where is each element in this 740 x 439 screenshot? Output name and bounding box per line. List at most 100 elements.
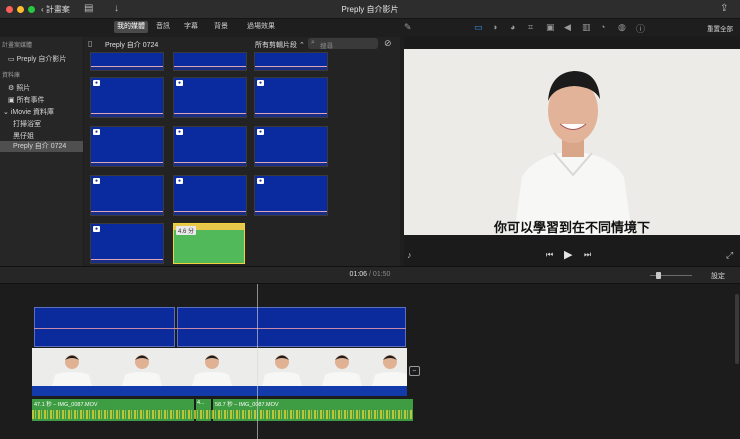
clip-thumbnail[interactable]: ● [90,77,164,118]
presenter-image [404,49,740,235]
video-audio-strip [32,386,407,396]
audio-clip-label: 47.1 秒 – IMG_0087.MOV [34,402,98,408]
tab-backgrounds[interactable]: 背景 [210,21,232,33]
sidebar-event-item-selected[interactable]: Preply 自介 0724 [0,141,83,152]
clip-thumbnail[interactable]: ● [173,126,247,167]
title-bar: ‹ 計畫案 ▤ ↓ Preply 自介影片 ⇪ [0,0,740,19]
sidebar-section-library: 資料庫 [2,73,21,79]
clip-thumbnail[interactable]: ● [254,175,328,216]
tab-audio[interactable]: 音訊 [152,21,174,33]
timeline-header: 01:06 / 01:50 設定 [0,266,740,284]
speed-icon[interactable]: ◔ [600,22,605,32]
camera-icon: ● [93,178,100,184]
clip-thumbnail[interactable] [173,52,247,71]
libraries-sidebar: 計畫案媒體 ▭ Preply 自介影片 資料庫 ⚙ 照片 ▣ 所有事件 ⌄ iM… [0,37,83,266]
microphone-icon[interactable]: ♪ [407,250,412,260]
timeline-cutaway-clip[interactable] [34,307,175,347]
filter-icon[interactable]: ◍ [618,22,626,33]
audio-clip-label: 58.7 秒 – IMG_0087.MOV [215,402,279,408]
sidebar-library-name[interactable]: ⌄ iMovie 資料庫 [3,107,54,117]
clip-browser: ▯ Preply 自介 0724 所有剪輯片段 ⌃ ⌕ 搜尋 ⊘ ● ● ● ●… [84,37,400,266]
timeline-scrollbar[interactable] [735,294,739,364]
share-icon[interactable]: ⇪ [720,3,728,14]
clip-thumbnail[interactable]: ● [90,175,164,216]
audio-waveform-line [34,328,406,329]
timeline: ⇔ 47.1 秒 – IMG_0087.MOV 4... 58.7 秒 – IM… [0,284,740,439]
clip-thumbnail[interactable] [254,52,328,71]
tab-transitions[interactable]: 過場效果 [244,21,278,33]
fullscreen-icon[interactable]: ⤢ [726,250,733,261]
sidebar-item-label: iMovie 資料庫 [10,109,54,116]
camera-icon: ● [176,129,183,135]
clip-thumbnail-selected[interactable]: 4.6 分 [173,223,245,264]
info-icon[interactable]: ⓘ [636,22,645,35]
viewer: 你可以學習到在不同情境下 ♪ ⏮ ▶ ⏭ ⤢ [404,36,740,266]
color-palette-icon[interactable]: ◕ [510,22,515,32]
clip-duration: 4.6 分 [176,226,197,235]
total-time: 01:50 [372,271,391,278]
equalizer-icon[interactable]: ▥ [582,22,591,33]
sidebar-item-label: 所有事件 [16,97,45,104]
volume-icon[interactable]: ◀ [564,22,571,33]
clip-transition-icon[interactable]: ⇔ [409,366,420,376]
sidebar-item-photos[interactable]: ⚙ 照片 [8,83,30,93]
sidebar-event-item[interactable]: 打掃浴室 [13,119,41,129]
timecode: 01:06 / 01:50 [349,271,391,278]
camera-icon: ● [257,178,264,184]
previous-frame-icon[interactable]: ⏮ [546,250,553,260]
clip-thumbnail[interactable] [90,52,164,71]
camera-icon: ● [93,129,100,135]
color-balance-icon[interactable]: ◑ [492,22,497,32]
timeline-settings-button[interactable]: 設定 [711,271,725,281]
browser-settings-icon[interactable]: ⊘ [384,38,392,49]
clip-filter-label: 所有剪輯片段 [255,42,297,49]
viewer-toolbar: ✎ ▭ ◑ ◕ ⌗ ▣ ◀ ▥ ◔ ◍ ⓘ 重置全部 [404,20,740,36]
zoom-slider-knob[interactable] [656,272,661,279]
current-time: 01:06 [349,271,368,278]
reset-all-button[interactable]: 重置全部 [707,23,733,33]
video-preview[interactable]: 你可以學習到在不同情境下 [404,49,740,235]
tab-my-media[interactable]: 我的媒體 [114,21,148,33]
sidebar-event-item[interactable]: 黑仔姐 [13,131,34,141]
camera-icon: ● [257,80,264,86]
search-icon: ⌕ [311,39,315,46]
clip-filter-select[interactable]: 所有剪輯片段 ⌃ [255,40,305,50]
tab-titles[interactable]: 字幕 [180,21,202,33]
sidebar-item-project[interactable]: ▭ Preply 自介影片 [8,54,66,64]
clip-thumbnail[interactable]: ● [90,126,164,167]
camera-icon: ● [93,80,100,86]
window-title: Preply 自介影片 [341,5,399,14]
magic-wand-icon[interactable]: ✎ [404,22,412,33]
clip-thumbnail[interactable]: ● [173,77,247,118]
sidebar-section-project: 計畫案媒體 [2,43,33,49]
next-frame-icon[interactable]: ⏭ [584,250,591,260]
video-filmstrip [52,355,407,386]
search-placeholder: 搜尋 [320,43,333,50]
camera-icon: ● [176,178,183,184]
event-title: Preply 自介 0724 [105,42,159,49]
crop-icon[interactable]: ⌗ [528,22,533,33]
media-tabs: 我的媒體 音訊 字幕 背景 過場效果 [84,21,400,34]
search-input[interactable]: ⌕ 搜尋 [308,38,378,50]
playhead[interactable] [257,284,258,439]
crop-frame-icon[interactable]: ▭ [474,22,483,33]
clip-thumbnail[interactable]: ● [173,175,247,216]
stabilize-icon[interactable]: ▣ [546,22,555,33]
audio-clip-label: 4... [197,400,205,406]
camera-icon: ● [93,226,100,232]
sidebar-toggle-icon[interactable]: ▯ [88,39,92,48]
clip-thumbnail[interactable]: ● [254,77,328,118]
clip-thumbnail[interactable]: ● [254,126,328,167]
camera-icon: ● [176,80,183,86]
browser-header: ▯ Preply 自介 0724 所有剪輯片段 ⌃ ⌕ 搜尋 ⊘ [84,37,400,51]
camera-icon: ● [257,129,264,135]
play-button[interactable]: ▶ [564,248,572,261]
audio-waveform [32,410,413,419]
video-subtitle: 你可以學習到在不同情境下 [493,220,650,235]
sidebar-item-label: 照片 [16,85,31,92]
timeline-cutaway-clip[interactable] [177,307,406,347]
sidebar-item-label: Preply 自介影片 [16,56,67,63]
timeline-video-clip[interactable] [32,348,407,386]
clip-thumbnail[interactable]: ● [90,223,164,264]
sidebar-item-all-events[interactable]: ▣ 所有事件 [8,95,45,105]
